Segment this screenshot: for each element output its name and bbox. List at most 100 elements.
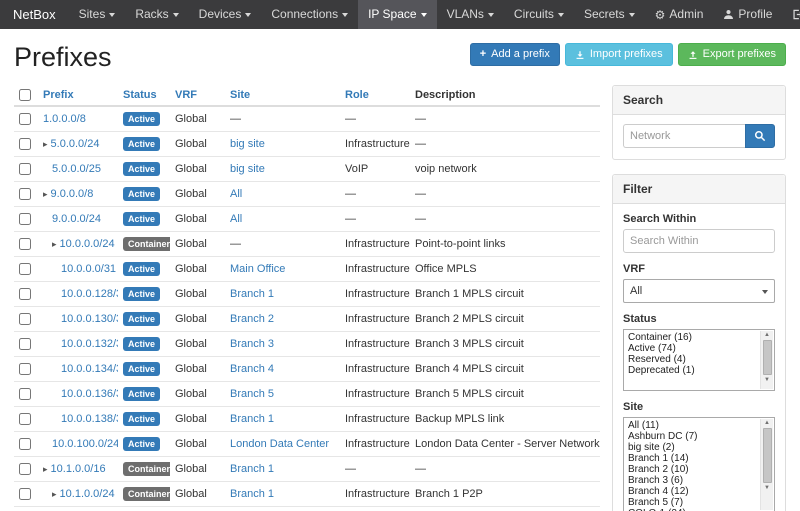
column-header-role[interactable]: Role [340, 85, 410, 106]
column-header-prefix[interactable]: Prefix [38, 85, 118, 106]
listbox-option[interactable]: Deprecated (1) [626, 365, 758, 376]
listbox-option[interactable]: Branch 3 (6) [626, 475, 758, 486]
listbox-option[interactable]: Branch 1 (14) [626, 453, 758, 464]
scroll-down-icon[interactable]: ▼ [764, 376, 770, 384]
nav-item-label: Devices [199, 0, 242, 29]
row-checkbox[interactable] [19, 238, 31, 250]
row-checkbox[interactable] [19, 213, 31, 225]
column-header-site[interactable]: Site [225, 85, 340, 106]
prefix-link[interactable]: 1.0.0.0/8 [43, 113, 86, 125]
listbox-option[interactable]: Branch 2 (10) [626, 464, 758, 475]
site-link[interactable]: Branch 3 [230, 338, 274, 350]
listbox-option[interactable]: Branch 5 (7) [626, 497, 758, 508]
prefix-link[interactable]: 10.0.0.128/31 [61, 288, 118, 300]
caret-down-icon [762, 290, 768, 294]
logout-link[interactable]: Log out [782, 0, 800, 29]
search-within-input[interactable] [623, 229, 775, 253]
import-prefixes-button[interactable]: Import prefixes [565, 43, 673, 66]
site-link[interactable]: Branch 1 [230, 463, 274, 475]
row-checkbox[interactable] [19, 188, 31, 200]
listbox-option[interactable]: Reserved (4) [626, 354, 758, 365]
prefix-link[interactable]: 10.0.0.0/31 [61, 263, 116, 275]
add-prefix-button[interactable]: + Add a prefix [470, 43, 560, 66]
site-link[interactable]: Branch 1 [230, 413, 274, 425]
prefix-link[interactable]: 10.0.100.0/24 [52, 438, 118, 450]
row-checkbox[interactable] [19, 138, 31, 150]
prefix-link[interactable]: 10.0.0.136/31 [61, 388, 118, 400]
status-listbox[interactable]: Container (16)Active (74)Reserved (4)Dep… [623, 329, 775, 391]
scroll-down-icon[interactable]: ▼ [764, 484, 770, 492]
row-checkbox[interactable] [19, 163, 31, 175]
site-link[interactable]: All [230, 188, 242, 200]
site-link[interactable]: big site [230, 163, 265, 175]
nav-item-circuits[interactable]: Circuits [504, 0, 574, 29]
nav-item-connections[interactable]: Connections [261, 0, 358, 29]
nav-item-ip-space[interactable]: IP Space [358, 0, 436, 29]
prefix-link[interactable]: 10.1.0.0/16 [51, 463, 106, 475]
prefix-link[interactable]: 10.0.0.134/31 [61, 363, 118, 375]
site-link[interactable]: London Data Center [230, 438, 329, 450]
row-checkbox[interactable] [19, 388, 31, 400]
column-header-status[interactable]: Status [118, 85, 170, 106]
site-link[interactable]: Branch 1 [230, 288, 274, 300]
prefix-link[interactable]: 10.1.0.0/24 [60, 488, 115, 500]
row-checkbox[interactable] [19, 263, 31, 275]
row-checkbox[interactable] [19, 338, 31, 350]
site-listbox[interactable]: All (11)Ashburn DC (7)big site (2)Branch… [623, 417, 775, 511]
site-link[interactable]: big site [230, 138, 265, 150]
scroll-thumb[interactable] [763, 428, 772, 483]
search-input[interactable] [623, 124, 745, 148]
prefix-link[interactable]: 10.0.0.130/31 [61, 313, 118, 325]
scroll-up-icon[interactable]: ▲ [764, 331, 770, 339]
status-scrollbar[interactable]: ▲ ▼ [760, 331, 773, 389]
site-link[interactable]: All [230, 213, 242, 225]
listbox-option[interactable]: Container (16) [626, 332, 758, 343]
row-checkbox[interactable] [19, 363, 31, 375]
row-checkbox[interactable] [19, 288, 31, 300]
site-link[interactable]: Branch 4 [230, 363, 274, 375]
listbox-option[interactable]: Branch 4 (12) [626, 486, 758, 497]
listbox-option[interactable]: Active (74) [626, 343, 758, 354]
prefix-link[interactable]: 10.0.0.0/24 [60, 238, 115, 250]
nav-item-racks[interactable]: Racks [125, 0, 188, 29]
profile-link[interactable]: Profile [713, 0, 782, 29]
row-checkbox[interactable] [19, 438, 31, 450]
search-button[interactable] [745, 124, 775, 148]
listbox-option[interactable]: All (11) [626, 420, 758, 431]
site-link[interactable]: Branch 5 [230, 388, 274, 400]
scroll-up-icon[interactable]: ▲ [764, 419, 770, 427]
prefix-link[interactable]: 10.0.0.138/31 [61, 413, 118, 425]
prefix-link[interactable]: 5.0.0.0/24 [51, 138, 100, 150]
vrf-select[interactable]: All [623, 279, 775, 303]
site-link[interactable]: Branch 1 [230, 488, 274, 500]
prefix-link[interactable]: 9.0.0.0/24 [52, 213, 101, 225]
nav-item-secrets[interactable]: Secrets [574, 0, 645, 29]
row-checkbox[interactable] [19, 488, 31, 500]
row-select-cell [14, 257, 38, 282]
site-link[interactable]: Branch 2 [230, 313, 274, 325]
column-header-vrf[interactable]: VRF [170, 85, 225, 106]
site-cell: All [225, 207, 340, 232]
export-prefixes-button[interactable]: Export prefixes [678, 43, 786, 66]
listbox-option[interactable]: Ashburn DC (7) [626, 431, 758, 442]
nav-item-sites[interactable]: Sites [69, 0, 126, 29]
vrf-cell: Global [170, 282, 225, 307]
nav-item-devices[interactable]: Devices [189, 0, 262, 29]
row-checkbox[interactable] [19, 113, 31, 125]
table-row: 10.0.100.0/24ActiveGlobalLondon Data Cen… [14, 432, 600, 457]
nav-item-vlans[interactable]: VLANs [437, 0, 504, 29]
row-checkbox[interactable] [19, 463, 31, 475]
admin-link[interactable]: ⚙ Admin [645, 0, 714, 29]
prefix-link[interactable]: 9.0.0.0/8 [51, 188, 94, 200]
site-link[interactable]: Main Office [230, 263, 285, 275]
row-checkbox[interactable] [19, 413, 31, 425]
row-select-cell [14, 132, 38, 157]
row-checkbox[interactable] [19, 313, 31, 325]
site-scrollbar[interactable]: ▲ ▼ [760, 419, 773, 510]
select-all-checkbox[interactable] [19, 89, 31, 101]
listbox-option[interactable]: big site (2) [626, 442, 758, 453]
brand-logo[interactable]: NetBox [0, 0, 69, 29]
prefix-link[interactable]: 10.0.0.132/31 [61, 338, 118, 350]
prefix-link[interactable]: 5.0.0.0/25 [52, 163, 101, 175]
scroll-thumb[interactable] [763, 340, 772, 375]
